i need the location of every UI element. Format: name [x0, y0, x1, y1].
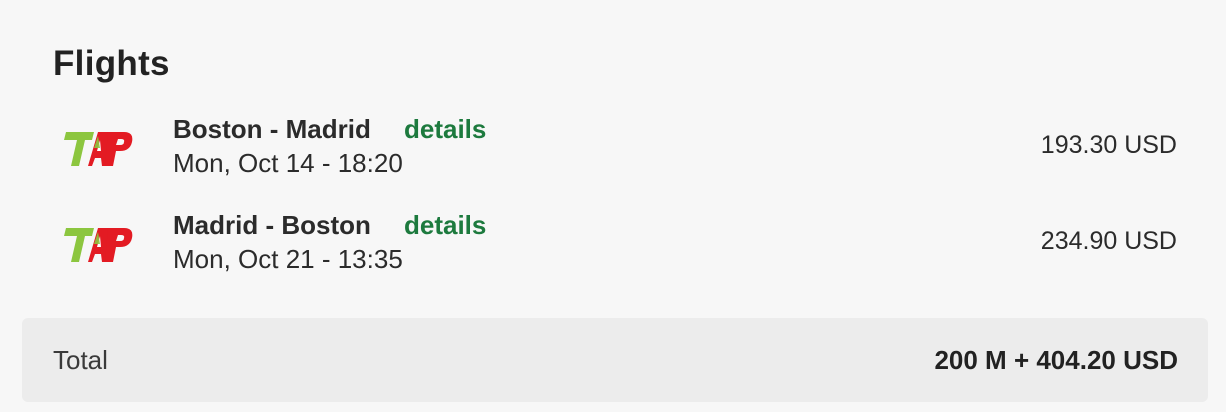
flight-row: Boston - Madrid details Mon, Oct 14 - 18…	[0, 110, 1226, 190]
details-link[interactable]: details	[404, 210, 486, 241]
flight-datetime: Mon, Oct 14 - 18:20	[173, 148, 403, 178]
flight-row: Madrid - Boston details Mon, Oct 21 - 13…	[0, 206, 1226, 286]
airline-logo-tap	[64, 222, 136, 266]
flight-price: 234.90 USD	[1040, 227, 1177, 255]
total-value: 200 M + 404.20 USD	[934, 345, 1178, 375]
flight-price: 193.30 USD	[1040, 131, 1177, 159]
details-link[interactable]: details	[404, 114, 486, 145]
total-label: Total	[53, 345, 108, 375]
section-title: Flights	[53, 44, 170, 83]
total-bar: Total 200 M + 404.20 USD	[22, 318, 1208, 402]
flights-panel: Flights Boston - Madrid details Mon, Oct…	[0, 0, 1226, 412]
flight-route: Madrid - Boston	[173, 210, 371, 240]
airline-logo-tap	[64, 126, 136, 170]
flight-route: Boston - Madrid	[173, 114, 371, 144]
flight-datetime: Mon, Oct 21 - 13:35	[173, 244, 403, 274]
